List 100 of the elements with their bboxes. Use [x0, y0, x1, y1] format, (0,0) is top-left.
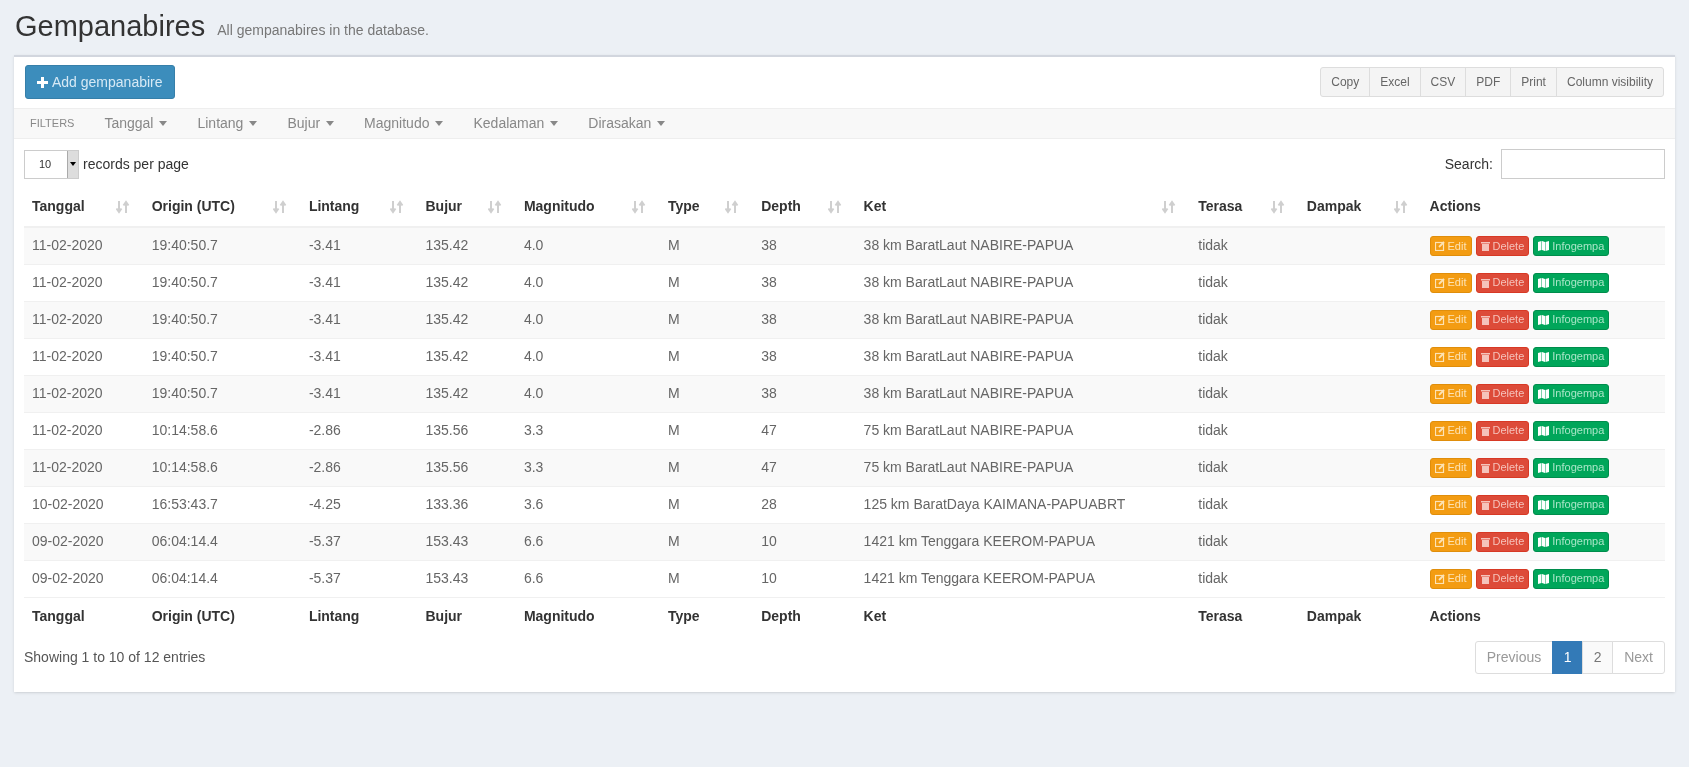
edit-button[interactable]: Edit — [1429, 383, 1472, 404]
table-cell: M — [667, 533, 680, 549]
column-header[interactable]: Magnitudo — [515, 187, 660, 227]
info-button[interactable]: Infogempa — [1533, 346, 1610, 367]
edit-button[interactable]: Edit — [1429, 346, 1472, 367]
edit-button[interactable]: Edit — [1429, 494, 1472, 515]
export-button[interactable]: Copy — [1320, 67, 1371, 97]
column-header[interactable]: Type — [659, 187, 754, 227]
edit-icon — [1434, 462, 1445, 473]
column-header[interactable]: Dampak — [1298, 187, 1422, 227]
info-button[interactable]: Infogempa — [1533, 383, 1610, 404]
info-button[interactable]: Infogempa — [1533, 494, 1610, 515]
sort-icon — [115, 199, 130, 214]
column-header[interactable]: Ket — [855, 187, 1191, 227]
column-header[interactable]: Depth — [753, 187, 856, 227]
info-button[interactable]: Infogempa — [1533, 309, 1610, 330]
search-field[interactable] — [1501, 149, 1665, 179]
edit-button[interactable]: Edit — [1429, 420, 1472, 441]
info-button[interactable]: Infogempa — [1533, 420, 1610, 441]
table-cell: -2.86 — [308, 422, 341, 438]
table-cell: -5.37 — [308, 570, 341, 586]
page-title: Gempanabires — [15, 12, 206, 41]
page-button[interactable]: 1 — [1552, 641, 1584, 674]
edit-button[interactable]: Edit — [1429, 568, 1472, 589]
table-cell: -3.41 — [308, 311, 341, 327]
filters-label: FILTERS — [30, 116, 75, 132]
map-icon — [1538, 573, 1550, 584]
table-cell: 135.42 — [425, 311, 469, 327]
table-cell: 135.56 — [425, 459, 469, 475]
edit-button[interactable]: Edit — [1429, 272, 1472, 293]
search-label: Search: — [1444, 154, 1493, 174]
table-info: Showing 1 to 10 of 12 entries — [24, 648, 206, 667]
filter-dropdown[interactable]: Dirasakan — [588, 113, 666, 134]
delete-button[interactable]: Delete — [1475, 457, 1530, 478]
delete-button[interactable]: Delete — [1475, 568, 1530, 589]
export-button[interactable]: PDF — [1465, 67, 1512, 97]
page-length-select[interactable]: 10 — [24, 149, 79, 179]
table-cell: 4.0 — [523, 348, 544, 364]
filter-dropdown[interactable]: Magnitudo — [364, 113, 444, 134]
trash-icon — [1480, 388, 1490, 399]
edit-icon — [1434, 573, 1445, 584]
delete-button[interactable]: Delete — [1475, 346, 1530, 367]
table-cell: tidak — [1198, 311, 1228, 327]
delete-button[interactable]: Delete — [1475, 494, 1530, 515]
info-button[interactable]: Infogempa — [1533, 235, 1610, 256]
table-cell: 47 — [761, 422, 777, 438]
add-button[interactable]: Add gempanabire — [25, 65, 175, 99]
table-cell: 19:40:50.7 — [151, 348, 218, 364]
column-footer: Lintang — [308, 607, 360, 624]
column-header[interactable]: Bujur — [417, 187, 516, 227]
table-cell: tidak — [1198, 385, 1228, 401]
column-footer: Actions — [1429, 607, 1481, 624]
caret-icon — [435, 121, 444, 126]
info-button[interactable]: Infogempa — [1533, 457, 1610, 478]
edit-icon — [1434, 351, 1445, 362]
delete-button[interactable]: Delete — [1475, 383, 1530, 404]
table-cell: tidak — [1198, 496, 1228, 512]
info-button[interactable]: Infogempa — [1533, 272, 1610, 293]
delete-button[interactable]: Delete — [1475, 235, 1530, 256]
filter-dropdown[interactable]: Kedalaman — [473, 113, 559, 134]
delete-button[interactable]: Delete — [1475, 272, 1530, 293]
delete-button[interactable]: Delete — [1475, 531, 1530, 552]
column-header[interactable]: Terasa — [1190, 187, 1299, 227]
filter-dropdown[interactable]: Lintang — [197, 113, 258, 134]
table-cell: 19:40:50.7 — [151, 311, 218, 327]
map-icon — [1538, 314, 1550, 325]
filter-dropdown[interactable]: Bujur — [287, 113, 335, 134]
page-button[interactable]: 2 — [1582, 641, 1614, 674]
table-cell: 38 — [761, 274, 777, 290]
table-cell: tidak — [1198, 422, 1228, 438]
edit-button[interactable]: Edit — [1429, 235, 1472, 256]
column-header[interactable]: Origin (UTC) — [143, 187, 301, 227]
edit-button[interactable]: Edit — [1429, 309, 1472, 330]
edit-button[interactable]: Edit — [1429, 531, 1472, 552]
delete-button[interactable]: Delete — [1475, 309, 1530, 330]
page-length-label: records per page — [83, 154, 189, 174]
table-cell: 09-02-2020 — [32, 533, 104, 549]
next-button[interactable]: Next — [1612, 641, 1665, 674]
plus-icon — [37, 76, 48, 88]
export-button[interactable]: Print — [1510, 67, 1557, 97]
edit-button[interactable]: Edit — [1429, 457, 1472, 478]
export-button[interactable]: Column visibility — [1555, 67, 1664, 97]
filter-dropdown[interactable]: Tanggal — [104, 113, 168, 134]
table-cell: 1421 km Tenggara KEEROM-PAPUA — [863, 533, 1095, 549]
table-cell: tidak — [1198, 274, 1228, 290]
caret-icon — [159, 121, 168, 126]
column-header[interactable]: Lintang — [300, 187, 418, 227]
table-cell: 47 — [761, 459, 777, 475]
previous-button[interactable]: Previous — [1474, 641, 1554, 674]
column-footer: Terasa — [1198, 607, 1243, 624]
table-cell: M — [667, 422, 680, 438]
map-icon — [1538, 499, 1550, 510]
export-button[interactable]: Excel — [1369, 67, 1421, 97]
info-button[interactable]: Infogempa — [1533, 531, 1610, 552]
column-header[interactable]: Tanggal — [24, 187, 144, 227]
info-button[interactable]: Infogempa — [1533, 568, 1610, 589]
export-button[interactable]: CSV — [1419, 67, 1467, 97]
delete-button[interactable]: Delete — [1475, 420, 1530, 441]
table-cell: 10:14:58.6 — [151, 422, 218, 438]
sort-icon — [631, 199, 646, 214]
